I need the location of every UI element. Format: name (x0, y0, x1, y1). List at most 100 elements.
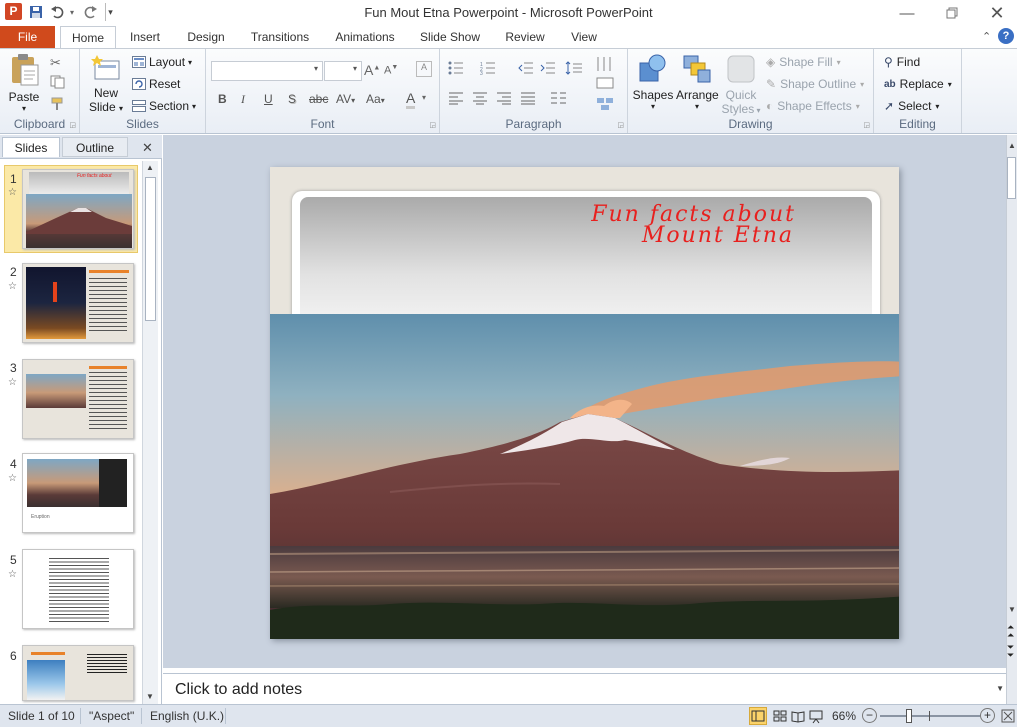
arrange-button[interactable]: Arrange ▾ (676, 53, 719, 111)
font-color-button[interactable]: A (406, 90, 416, 109)
paragraph-dialog-launcher-icon[interactable]: ◲ (617, 121, 624, 129)
bold-button[interactable]: B (218, 92, 227, 106)
reset-button[interactable]: Reset (132, 77, 180, 91)
columns-dropdown-icon[interactable] (550, 91, 572, 108)
quick-styles-button[interactable]: Quick Styles ▾ (720, 53, 762, 116)
layout-button[interactable]: Layout ▾ (132, 55, 192, 69)
increase-indent-icon[interactable] (540, 61, 556, 78)
align-center-icon[interactable] (472, 91, 488, 108)
slide-sorter-icon[interactable] (772, 708, 788, 727)
underline-button[interactable]: U (264, 92, 273, 106)
new-slide-button[interactable]: New Slide ▾ (86, 53, 126, 114)
fit-to-window-icon[interactable] (1000, 708, 1016, 727)
strikethrough-button[interactable]: abc (309, 92, 328, 106)
minimize-ribbon-icon[interactable]: ⌃ (982, 30, 991, 43)
select-button[interactable]: ➚ Select ▾ (884, 99, 939, 113)
title-placeholder[interactable]: Fun facts about Mount Etna (300, 197, 872, 327)
quick-styles-icon (727, 55, 755, 83)
slide-thumbnail-4[interactable]: Eruption (22, 453, 134, 533)
slide-show-icon[interactable] (808, 708, 824, 727)
shapes-icon (639, 54, 666, 82)
numbering-icon[interactable]: 123 (480, 61, 500, 78)
tab-design[interactable]: Design (182, 26, 230, 48)
previous-slide-icon[interactable]: ⏶ ⏶ (1007, 623, 1014, 640)
find-button[interactable]: ⚲ Find (884, 55, 920, 69)
zoom-out-icon[interactable]: − (862, 708, 877, 723)
text-direction-icon[interactable] (596, 77, 614, 92)
section-button[interactable]: Section ▾ (132, 99, 196, 113)
font-dialog-launcher-icon[interactable]: ◲ (429, 121, 436, 129)
font-name-combo[interactable]: ▾ (211, 61, 323, 81)
drawing-dialog-launcher-icon[interactable]: ◲ (863, 121, 870, 129)
zoom-slider[interactable] (880, 709, 980, 723)
tab-transitions[interactable]: Transitions (246, 26, 314, 48)
zoom-level[interactable]: 66% (832, 709, 856, 723)
shape-fill-button[interactable]: ◈ Shape Fill ▾ (766, 55, 841, 69)
group-slides: New Slide ▾ Layout ▾ Reset Section ▾ Slide… (80, 49, 206, 133)
slides-pane-scrollbar[interactable]: ▲ ▼ (142, 161, 158, 704)
notes-pane[interactable]: Click to add notes ▼ (163, 673, 1006, 704)
smartart-icon[interactable] (596, 97, 614, 114)
slide-thumbnail-2[interactable] (22, 263, 134, 343)
replace-button[interactable]: ab Replace ▾ (884, 77, 952, 91)
align-left-icon[interactable] (448, 91, 464, 108)
thumbnail-number-1: 1 (10, 172, 17, 186)
slide-1[interactable]: Fun facts about Mount Etna (270, 167, 899, 639)
editor-scroll-thumb[interactable] (1007, 157, 1016, 199)
language-indicator[interactable]: English (U.K.) (150, 709, 224, 723)
next-slide-icon[interactable]: ⏷ ⏷ (1007, 643, 1014, 660)
align-right-icon[interactable] (496, 91, 512, 108)
shape-effects-button[interactable]: ◐ Shape Effects ▾ (766, 99, 860, 113)
columns-icon[interactable] (595, 55, 613, 76)
tab-animations[interactable]: Animations (330, 26, 400, 48)
change-case-button[interactable]: Aa▾ (366, 92, 385, 106)
copy-icon[interactable] (50, 75, 66, 92)
font-color-dropdown-icon[interactable]: ▾ (422, 93, 426, 102)
close-pane-icon[interactable]: ✕ (142, 140, 153, 156)
tab-slide-show[interactable]: Slide Show (416, 26, 484, 48)
justify-icon[interactable] (520, 91, 536, 108)
decrease-indent-icon[interactable] (518, 61, 534, 78)
shapes-button[interactable]: Shapes ▾ (632, 53, 674, 111)
format-painter-icon[interactable] (50, 97, 66, 114)
line-spacing-icon[interactable] (565, 61, 583, 78)
tab-outline[interactable]: Outline (62, 137, 128, 157)
theme-name[interactable]: "Aspect" (89, 709, 134, 723)
close-button[interactable]: ✕ (977, 2, 1017, 24)
restore-button[interactable] (932, 2, 972, 24)
arrange-label: Arrange (676, 88, 719, 102)
minimize-button[interactable]: — (887, 2, 927, 24)
tab-review[interactable]: Review (500, 26, 550, 48)
tab-insert[interactable]: Insert (125, 26, 165, 48)
help-icon[interactable]: ? (998, 28, 1014, 44)
reading-view-icon[interactable] (790, 708, 806, 727)
slide-thumbnail-1[interactable]: Fun facts about (22, 169, 134, 249)
slide-thumbnail-3[interactable] (22, 359, 134, 439)
tab-slides[interactable]: Slides (2, 137, 60, 157)
zoom-in-icon[interactable]: + (980, 708, 995, 723)
zoom-slider-thumb[interactable] (906, 709, 912, 723)
normal-view-icon[interactable] (749, 707, 767, 725)
shrink-font-icon[interactable]: A▼ (384, 64, 398, 77)
cut-icon[interactable]: ✂ (50, 55, 61, 71)
slide-thumbnail-6[interactable] (22, 645, 134, 701)
clear-formatting-icon[interactable]: A (416, 61, 432, 77)
dialog-launcher-icon[interactable]: ◲ (69, 121, 76, 129)
tab-file[interactable]: File (0, 26, 55, 48)
shadow-button[interactable]: S (288, 92, 296, 106)
tab-home[interactable]: Home (60, 26, 116, 49)
font-size-combo[interactable]: ▾ (324, 61, 362, 81)
notes-scroll-icon[interactable]: ▼ (996, 684, 1004, 693)
bullets-icon[interactable] (448, 61, 468, 78)
paste-button[interactable]: Paste ▾ (6, 53, 42, 113)
slides-pane: Slides Outline ✕ 1 ☆ Fun facts about 2 ☆… (0, 135, 162, 704)
scroll-thumb[interactable] (145, 177, 156, 321)
italic-button[interactable]: I (241, 92, 245, 107)
editor-vertical-scrollbar[interactable]: ▲ ▼ ⏶ ⏶ ⏷ ⏷ (1006, 135, 1017, 704)
shape-outline-button[interactable]: ✎ Shape Outline ▾ (766, 77, 864, 91)
grow-font-icon[interactable]: A▲ (364, 62, 380, 78)
character-spacing-button[interactable]: AV▾ (336, 92, 355, 106)
tab-view[interactable]: View (564, 26, 604, 48)
mount-etna-photo[interactable] (270, 314, 899, 639)
slide-thumbnail-5[interactable] (22, 549, 134, 629)
